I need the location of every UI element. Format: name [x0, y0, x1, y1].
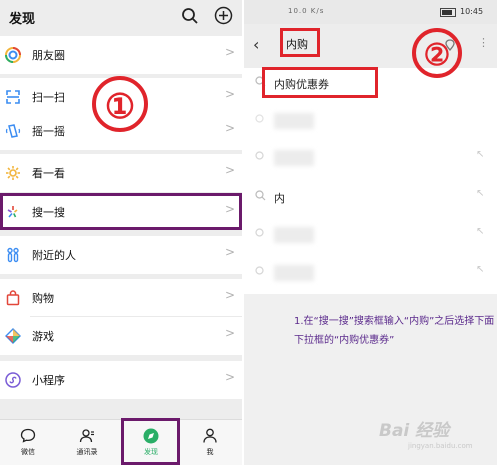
- row-label: 扫一扫: [32, 91, 65, 104]
- search-icon: [255, 266, 264, 275]
- battery-icon: [440, 8, 456, 17]
- row-label: 游戏: [32, 330, 54, 343]
- mini-programs-icon: [5, 372, 21, 388]
- suggestion-item[interactable]: 内 ↖: [244, 182, 497, 212]
- chats-icon: [20, 428, 36, 443]
- chevron-right-icon: >: [225, 163, 236, 177]
- more-icon[interactable]: ⋮: [478, 36, 489, 49]
- fill-arrow-icon[interactable]: ↖: [476, 226, 484, 237]
- shake-icon: [5, 124, 21, 138]
- chevron-right-icon: >: [225, 45, 236, 59]
- search-icon: [255, 190, 266, 201]
- tab-me[interactable]: 我: [186, 420, 234, 465]
- me-icon: [203, 428, 217, 443]
- tab-label: 通讯录: [76, 448, 98, 456]
- tab-contacts[interactable]: 通讯录: [63, 420, 111, 465]
- row-label: 购物: [32, 292, 54, 305]
- row-label: 小程序: [32, 374, 65, 387]
- page-title: 发现: [9, 12, 36, 27]
- discover-tab-highlight: [121, 418, 180, 465]
- games-icon: [5, 328, 21, 344]
- chevron-right-icon: >: [225, 326, 236, 340]
- status-time: 10:45: [460, 7, 484, 16]
- watermark: Bai 经验: [379, 421, 450, 441]
- fill-arrow-icon[interactable]: ↖: [476, 264, 484, 275]
- back-icon[interactable]: ‹: [253, 35, 259, 54]
- search-row-highlight: [0, 193, 242, 230]
- row-mini-programs[interactable]: 小程序 >: [0, 361, 242, 399]
- top-bar: 发现: [0, 0, 242, 33]
- search-icon: [255, 114, 264, 123]
- suggestion-item[interactable]: ↖: [244, 143, 497, 173]
- first-suggestion-highlight: [262, 67, 378, 98]
- row-label: 摇一摇: [32, 125, 65, 138]
- suggestion-text: 内: [274, 192, 285, 205]
- instruction-text: 1.在“搜一搜”搜索框输入“内购”之后选择下面下拉框的“内购优惠券”: [294, 316, 495, 346]
- suggestion-item[interactable]: ↖: [244, 258, 497, 288]
- top-stories-icon: [6, 166, 20, 180]
- status-bar: 10.0 K/s 10:45: [244, 0, 497, 24]
- blurred-text: [274, 265, 314, 281]
- people-nearby-icon: [7, 247, 19, 263]
- search-icon[interactable]: [181, 7, 199, 25]
- search-icon: [255, 151, 264, 160]
- suggestion-item[interactable]: [244, 106, 497, 136]
- scan-icon: [6, 90, 20, 104]
- wechat-discover-panel: 发现 朋友圈 > 扫一扫 > 摇一摇 > 看一看 > 搜一搜 > 附近的人 > …: [0, 0, 242, 465]
- moments-icon: [5, 47, 21, 63]
- search-icon: [255, 228, 264, 237]
- chevron-right-icon: >: [225, 288, 236, 302]
- row-shopping[interactable]: 购物 >: [0, 279, 242, 317]
- tab-label: 我: [206, 448, 214, 456]
- row-label: 朋友圈: [32, 49, 65, 62]
- step-marker-1: ①: [92, 76, 148, 132]
- chevron-right-icon: >: [225, 121, 236, 135]
- shopping-icon: [6, 290, 20, 306]
- chevron-right-icon: >: [225, 87, 236, 101]
- row-games[interactable]: 游戏 >: [0, 317, 242, 355]
- fill-arrow-icon[interactable]: ↖: [476, 188, 484, 199]
- row-people-nearby[interactable]: 附近的人 >: [0, 236, 242, 274]
- watermark-url: jingyan.baidu.com: [408, 442, 473, 450]
- contacts-icon: [79, 429, 94, 443]
- row-moments[interactable]: 朋友圈 >: [0, 36, 242, 74]
- blurred-text: [274, 150, 314, 166]
- row-top-stories[interactable]: 看一看 >: [0, 154, 242, 192]
- row-label: 附近的人: [32, 249, 76, 262]
- add-icon[interactable]: [214, 6, 233, 25]
- blurred-text: [274, 113, 314, 129]
- search-input[interactable]: 内购: [286, 36, 308, 52]
- tab-label: 微信: [21, 448, 35, 456]
- blurred-text: [274, 227, 314, 243]
- suggestion-item[interactable]: ↖: [244, 220, 497, 250]
- fill-arrow-icon[interactable]: ↖: [476, 149, 484, 160]
- chevron-right-icon: >: [225, 370, 236, 384]
- row-label: 看一看: [32, 167, 65, 180]
- network-speed: 10.0 K/s: [288, 7, 325, 15]
- tab-chats[interactable]: 微信: [4, 420, 52, 465]
- search-panel: 10.0 K/s 10:45 ‹ 内购 ⋮ ② 内购优惠券 ↖ 内 ↖ ↖ ↖ …: [244, 0, 497, 465]
- chevron-right-icon: >: [225, 245, 236, 259]
